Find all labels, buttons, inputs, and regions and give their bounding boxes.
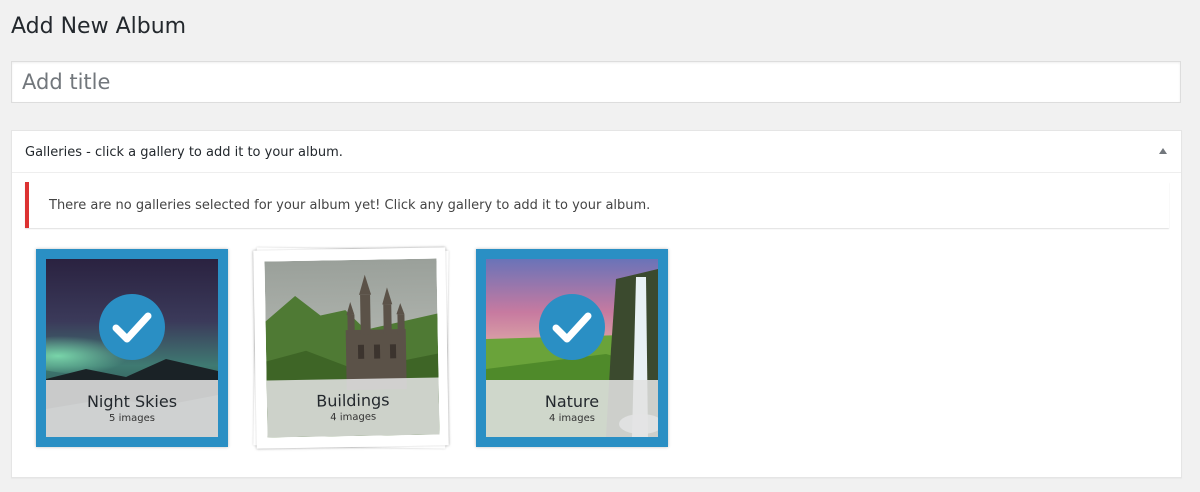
gallery-image-count: 4 images	[549, 413, 595, 424]
selected-check-icon	[539, 294, 605, 360]
galleries-postbox: Galleries - click a gallery to add it to…	[11, 130, 1182, 478]
gallery-thumb-frame: Night Skies 5 images	[46, 259, 218, 437]
gallery-card-night-skies[interactable]: Night Skies 5 images	[36, 249, 228, 447]
galleries-postbox-header[interactable]: Galleries - click a gallery to add it to…	[12, 131, 1181, 173]
galleries-postbox-title: Galleries - click a gallery to add it to…	[25, 145, 343, 160]
gallery-caption: Night Skies 5 images	[46, 380, 218, 437]
gallery-thumb-frame: Nature 4 images	[486, 259, 658, 437]
collapse-toggle-icon[interactable]	[1159, 148, 1167, 154]
no-galleries-notice: There are no galleries selected for your…	[25, 182, 1169, 228]
selected-check-icon	[99, 294, 165, 360]
gallery-card-nature[interactable]: Nature 4 images	[476, 249, 668, 447]
gallery-thumb-frame: Buildings 4 images	[264, 258, 440, 438]
gallery-image-count: 4 images	[330, 411, 377, 424]
gallery-card-buildings[interactable]: Buildings 4 images	[253, 247, 449, 449]
gallery-caption: Nature 4 images	[486, 380, 658, 437]
gallery-name: Night Skies	[86, 392, 178, 411]
gallery-name: Buildings	[316, 390, 390, 411]
page-title: Add New Album	[11, 14, 187, 39]
gallery-name: Nature	[544, 392, 600, 411]
gallery-caption: Buildings 4 images	[266, 377, 440, 438]
album-title-input[interactable]	[11, 61, 1181, 103]
gallery-image-count: 5 images	[109, 413, 155, 424]
notice-text: There are no galleries selected for your…	[49, 198, 651, 213]
